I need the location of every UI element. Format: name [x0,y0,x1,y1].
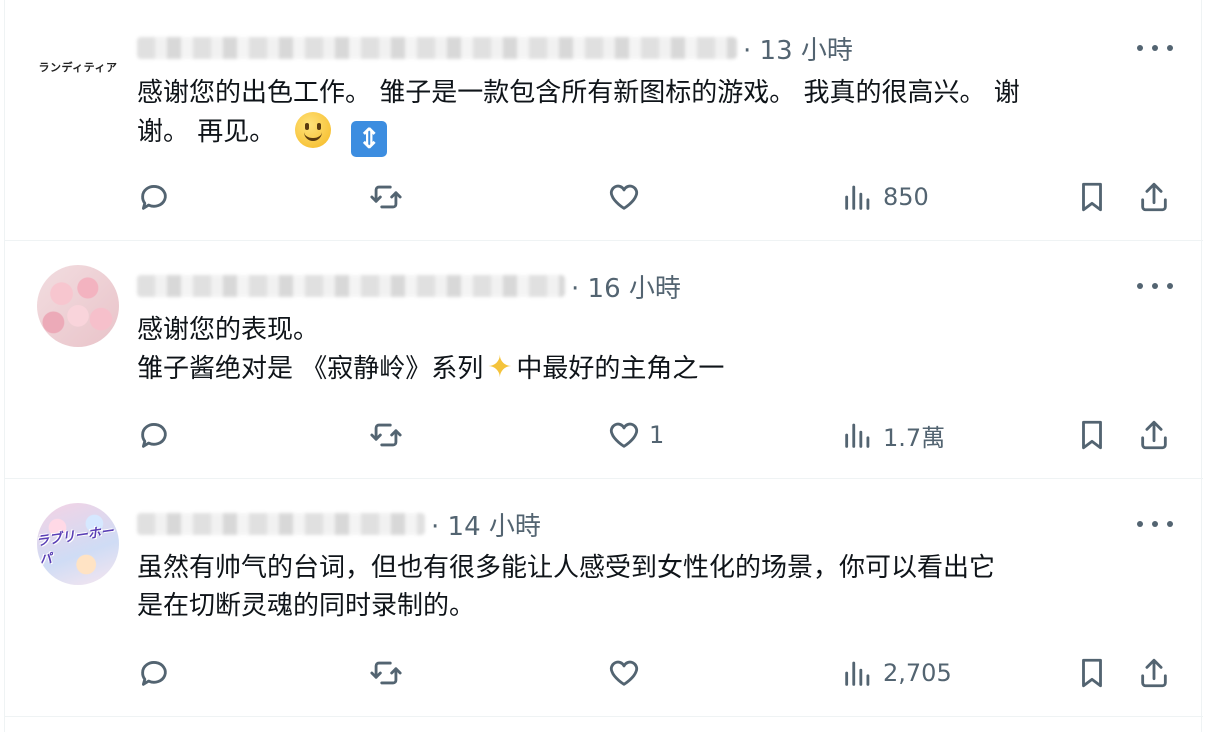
avatar-logo-text: ランディティア [38,61,118,74]
up-down-arrow-icon: ⇕ [351,121,388,157]
repost-icon [370,661,402,685]
post-text-line: 中最好的主角之一 [516,354,725,384]
view-count: 1.7萬 [883,423,946,452]
views-button[interactable]: 2,705 [841,653,952,693]
blurred-username[interactable] [137,513,425,535]
action-bar: 1 1.7萬 [137,415,1177,455]
heart-icon [609,184,639,210]
post[interactable]: ランディティア · 13 小時 感谢您的出色工作。 雏子是一款包含所有新图标的游… [5,0,1203,241]
heart-icon [609,422,639,448]
sparkles-icon: ✦ [487,350,513,385]
blurred-username[interactable] [137,37,737,59]
repost-button[interactable] [369,415,403,455]
more-options-icon[interactable] [1137,514,1173,534]
reply-icon [141,185,167,210]
reply-button[interactable] [137,415,171,455]
share-icon [1141,420,1167,450]
action-bar: 850 [137,177,1177,217]
post-text-line: 虽然有帅气的台词，但也有很多能让人感受到女性化的场景，你可以看出它 [137,553,996,583]
repost-icon [370,185,402,209]
repost-button[interactable] [369,177,403,217]
post-text: 感谢您的出色工作。 雏子是一款包含所有新图标的游戏。 我真的很高兴。 谢 谢。 … [137,74,1177,157]
timestamp[interactable]: · 16 小時 [571,268,681,305]
blurred-username[interactable] [137,275,565,297]
views-button[interactable]: 1.7萬 [841,415,945,455]
views-chart-icon [845,423,870,448]
post[interactable]: ラブリーホーパ · 14 小時 虽然有帅气的台词，但也有很多能让人感受到女性化的… [5,479,1203,717]
share-button[interactable] [1137,177,1171,217]
bookmark-icon [1082,182,1102,212]
like-button[interactable] [607,653,649,693]
share-icon [1141,658,1167,688]
share-button[interactable] [1137,415,1171,455]
bookmark-button[interactable] [1075,653,1109,693]
reply-feed: ランディティア · 13 小時 感谢您的出色工作。 雏子是一款包含所有新图标的游… [4,0,1203,732]
heart-icon [609,660,639,686]
post-text: 虽然有帅气的台词，但也有很多能让人感受到女性化的场景，你可以看出它 是在切断灵魂… [137,549,1177,625]
like-button[interactable]: 1 [607,415,664,455]
like-button[interactable] [607,177,649,217]
post-text-line: 雏子酱绝对是 《寂静岭》系列 [137,354,484,384]
post-header: · 13 小時 [137,30,853,67]
views-chart-icon [845,185,870,210]
reply-icon [141,661,167,686]
reply-button[interactable] [137,177,171,217]
action-bar: 2,705 [137,653,1177,693]
more-options-icon[interactable] [1137,276,1173,296]
bookmark-button[interactable] [1075,415,1109,455]
post-text-line: 感谢您的出色工作。 雏子是一款包含所有新图标的游戏。 我真的很高兴。 谢 [137,78,1020,108]
view-count: 2,705 [883,659,952,687]
post[interactable]: · 16 小時 感谢您的表现。 雏子酱绝对是 《寂静岭》系列 ✦ 中最好的主角之一 … [5,241,1203,479]
share-button[interactable] [1137,653,1171,693]
post-text-line: 感谢您的表现。 [137,315,320,345]
avatar[interactable]: ランディティア [37,26,119,108]
bookmark-icon [1082,420,1102,450]
bookmark-button[interactable] [1075,177,1109,217]
avatar[interactable] [37,265,119,347]
avatar[interactable]: ラブリーホーパ [37,503,119,585]
views-button[interactable]: 850 [841,177,929,217]
like-count: 1 [649,421,665,449]
bookmark-icon [1082,658,1102,688]
slightly-smiling-face-icon [295,112,332,148]
view-count: 850 [883,183,929,211]
timestamp[interactable]: · 13 小時 [743,30,853,67]
post-header: · 16 小時 [137,268,681,305]
repost-icon [370,423,402,447]
share-icon [1141,182,1167,212]
post-text: 感谢您的表现。 雏子酱绝对是 《寂静岭》系列 ✦ 中最好的主角之一 [137,311,1177,388]
repost-button[interactable] [369,653,403,693]
more-options-icon[interactable] [1137,38,1173,58]
post-text-line: 是在切断灵魂的同时录制的。 [137,591,476,621]
timestamp[interactable]: · 14 小時 [431,506,541,543]
post-header: · 14 小時 [137,506,541,543]
reply-button[interactable] [137,653,171,693]
post-text-line: 谢。 再见。 [137,117,276,147]
reply-icon [141,423,167,448]
views-chart-icon [845,661,870,686]
avatar-logo-text: ラブリーホーパ [37,523,115,569]
